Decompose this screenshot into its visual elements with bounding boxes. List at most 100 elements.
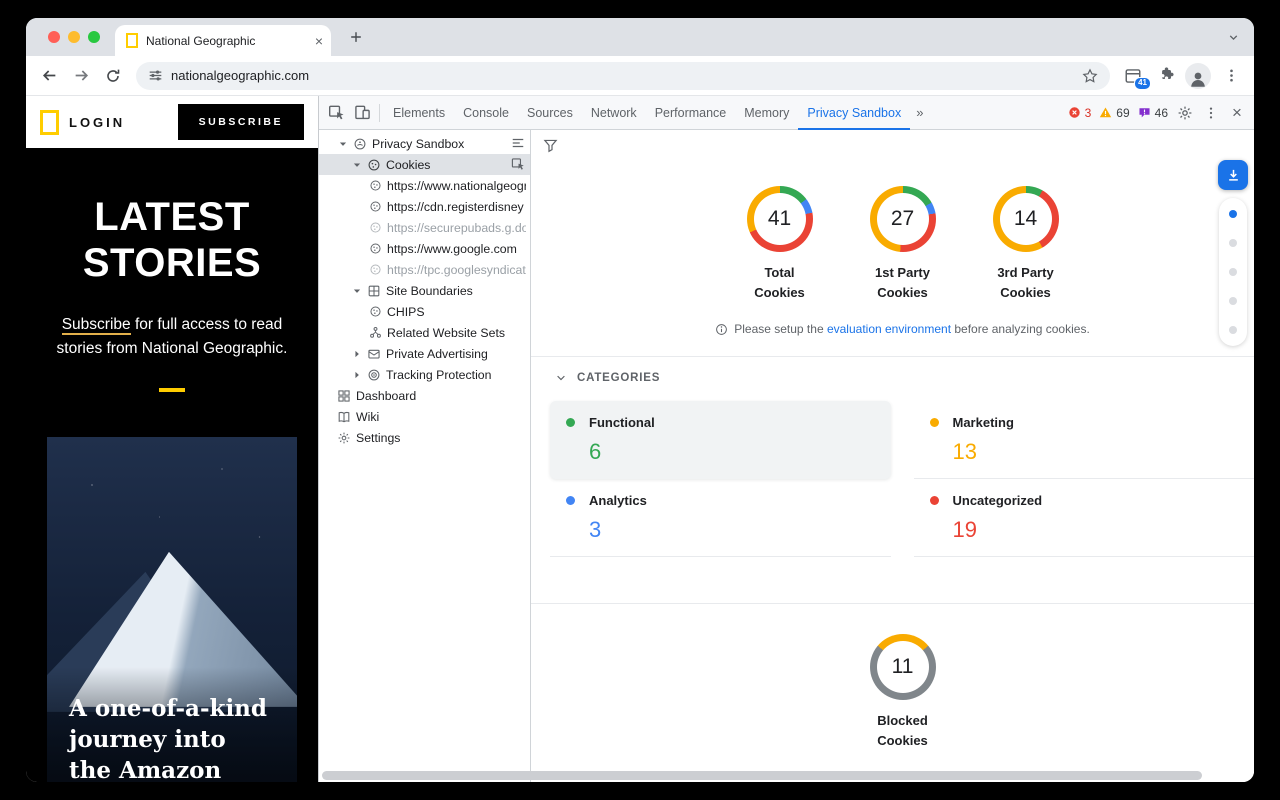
- subscribe-link[interactable]: Subscribe: [62, 316, 131, 335]
- tree-item-site-boundaries[interactable]: Site Boundaries: [319, 280, 530, 301]
- download-report-button[interactable]: [1218, 160, 1248, 190]
- tree-item-cookie-origin[interactable]: https://www.nationalgeogr: [319, 175, 530, 196]
- devtools-tabbar: Elements Console Sources Network Perform…: [319, 96, 1254, 130]
- url-text: nationalgeographic.com: [171, 68, 1074, 83]
- inspect-element-button[interactable]: [323, 100, 349, 126]
- yellow-divider: [159, 388, 185, 392]
- tab-search-button[interactable]: [1227, 31, 1240, 49]
- bookmark-star-icon[interactable]: [1082, 68, 1098, 84]
- close-icon: ×: [1232, 103, 1242, 123]
- nav-dot[interactable]: [1229, 326, 1237, 334]
- chevron-expanded-icon[interactable]: [351, 160, 362, 170]
- tab-sources[interactable]: Sources: [518, 96, 582, 130]
- tab-elements[interactable]: Elements: [384, 96, 454, 130]
- error-counter[interactable]: 3: [1068, 106, 1092, 120]
- kebab-menu-icon: [1224, 68, 1239, 83]
- inspect-cursor-icon: [328, 104, 345, 121]
- tree-label: Tracking Protection: [386, 368, 491, 382]
- category-functional[interactable]: Functional 6: [550, 401, 891, 479]
- browser-menu-button[interactable]: [1216, 61, 1246, 91]
- private-advertising-icon: [367, 347, 381, 361]
- tree-item-privacy-sandbox[interactable]: Privacy Sandbox: [319, 133, 530, 154]
- minimize-window-button[interactable]: [68, 31, 80, 43]
- tab-memory[interactable]: Memory: [735, 96, 798, 130]
- profile-avatar[interactable]: [1185, 63, 1211, 89]
- extensions-button[interactable]: [1150, 61, 1180, 91]
- login-link[interactable]: LOGIN: [69, 115, 125, 130]
- tree-item-private-advertising[interactable]: Private Advertising: [319, 343, 530, 364]
- donut-value: 14: [993, 186, 1059, 252]
- category-analytics[interactable]: Analytics 3: [550, 479, 891, 557]
- tree-item-wiki[interactable]: Wiki: [319, 406, 530, 427]
- categories-title: CATEGORIES: [577, 372, 660, 384]
- tab-network[interactable]: Network: [582, 96, 646, 130]
- devtools-menu-button[interactable]: [1198, 100, 1224, 126]
- chevron-expanded-icon[interactable]: [337, 139, 348, 149]
- donut-label: Blocked Cookies: [865, 711, 941, 750]
- tree-item-cookie-origin[interactable]: https://cdn.registerdisney: [319, 196, 530, 217]
- back-button[interactable]: [34, 61, 64, 91]
- nav-dot[interactable]: [1229, 210, 1237, 218]
- tree-item-tracking-protection[interactable]: Tracking Protection: [319, 364, 530, 385]
- nav-dot[interactable]: [1229, 268, 1237, 276]
- uncategorized-dot: [930, 496, 939, 505]
- forward-icon: [73, 67, 90, 84]
- nav-dot[interactable]: [1229, 239, 1237, 247]
- panel-menu-icon[interactable]: [511, 136, 525, 153]
- warning-counter[interactable]: 69: [1099, 106, 1129, 120]
- issues-bubble-icon: [1138, 106, 1151, 119]
- more-tabs-button[interactable]: »: [910, 105, 929, 120]
- tab-close-icon[interactable]: ×: [315, 34, 323, 48]
- fullscreen-window-button[interactable]: [88, 31, 100, 43]
- devtools-close-button[interactable]: ×: [1224, 100, 1250, 126]
- subscribe-button[interactable]: SUBSCRIBE: [178, 104, 304, 140]
- horizontal-scrollbar[interactable]: [322, 771, 1202, 780]
- chevron-collapsed-icon[interactable]: [351, 349, 362, 359]
- chevron-expanded-icon[interactable]: [351, 286, 362, 296]
- device-toolbar-button[interactable]: [349, 100, 375, 126]
- divider: [531, 603, 1254, 604]
- category-uncategorized[interactable]: Uncategorized 19: [914, 479, 1255, 557]
- address-bar[interactable]: nationalgeographic.com: [136, 62, 1110, 90]
- hero-image[interactable]: A one-of-a-kind journey into the Amazon: [47, 437, 297, 782]
- natgeo-logo[interactable]: [40, 110, 59, 135]
- chevron-collapsed-icon[interactable]: [351, 370, 362, 380]
- evaluation-environment-link[interactable]: evaluation environment: [827, 322, 951, 336]
- third-party-cookies-donut: 14 3rd Party Cookies: [984, 186, 1068, 302]
- cookie-icon: [369, 179, 382, 192]
- categories-section-header[interactable]: CATEGORIES: [555, 372, 1254, 384]
- total-cookies-donut: 41 Total Cookies: [738, 186, 822, 302]
- browser-tab[interactable]: National Geographic ×: [115, 25, 331, 56]
- privacy-sandbox-extension-button[interactable]: 41: [1118, 61, 1148, 91]
- tree-item-cookie-origin[interactable]: https://tpc.googlesyndicat: [319, 259, 530, 280]
- devtools-panel: Elements Console Sources Network Perform…: [318, 96, 1254, 782]
- tree-item-dashboard[interactable]: Dashboard: [319, 385, 530, 406]
- forward-button[interactable]: [66, 61, 96, 91]
- tree-item-cookies[interactable]: Cookies: [319, 154, 530, 175]
- tab-privacy-sandbox[interactable]: Privacy Sandbox: [798, 96, 910, 130]
- category-count: 3: [589, 517, 875, 543]
- frame-inspect-icon[interactable]: [511, 157, 525, 174]
- tab-console[interactable]: Console: [454, 96, 518, 130]
- issues-counter[interactable]: 46: [1138, 106, 1168, 120]
- tree-item-cookie-origin[interactable]: https://securepubads.g.do: [319, 217, 530, 238]
- category-count: 19: [953, 517, 1239, 543]
- category-marketing[interactable]: Marketing 13: [914, 401, 1255, 479]
- tree-item-related-website-sets[interactable]: Related Website Sets: [319, 322, 530, 343]
- tree-item-cookie-origin[interactable]: https://www.google.com: [319, 238, 530, 259]
- tree-item-chips[interactable]: CHIPS: [319, 301, 530, 322]
- cookie-icon: [367, 158, 381, 172]
- tree-label: https://cdn.registerdisney: [387, 200, 524, 214]
- nav-dot[interactable]: [1229, 297, 1237, 305]
- cookie-icon: [369, 263, 382, 276]
- natgeo-body: LATEST STORIES Subscribe for full access…: [26, 148, 318, 782]
- close-window-button[interactable]: [48, 31, 60, 43]
- reload-button[interactable]: [98, 61, 128, 91]
- donut-ring: 14: [993, 186, 1059, 252]
- tab-performance[interactable]: Performance: [646, 96, 736, 130]
- tab-title: National Geographic: [146, 34, 307, 48]
- new-tab-button[interactable]: [344, 25, 368, 49]
- devtools-settings-button[interactable]: [1172, 100, 1198, 126]
- tree-item-settings[interactable]: Settings: [319, 427, 530, 448]
- filter-icon[interactable]: [543, 138, 558, 158]
